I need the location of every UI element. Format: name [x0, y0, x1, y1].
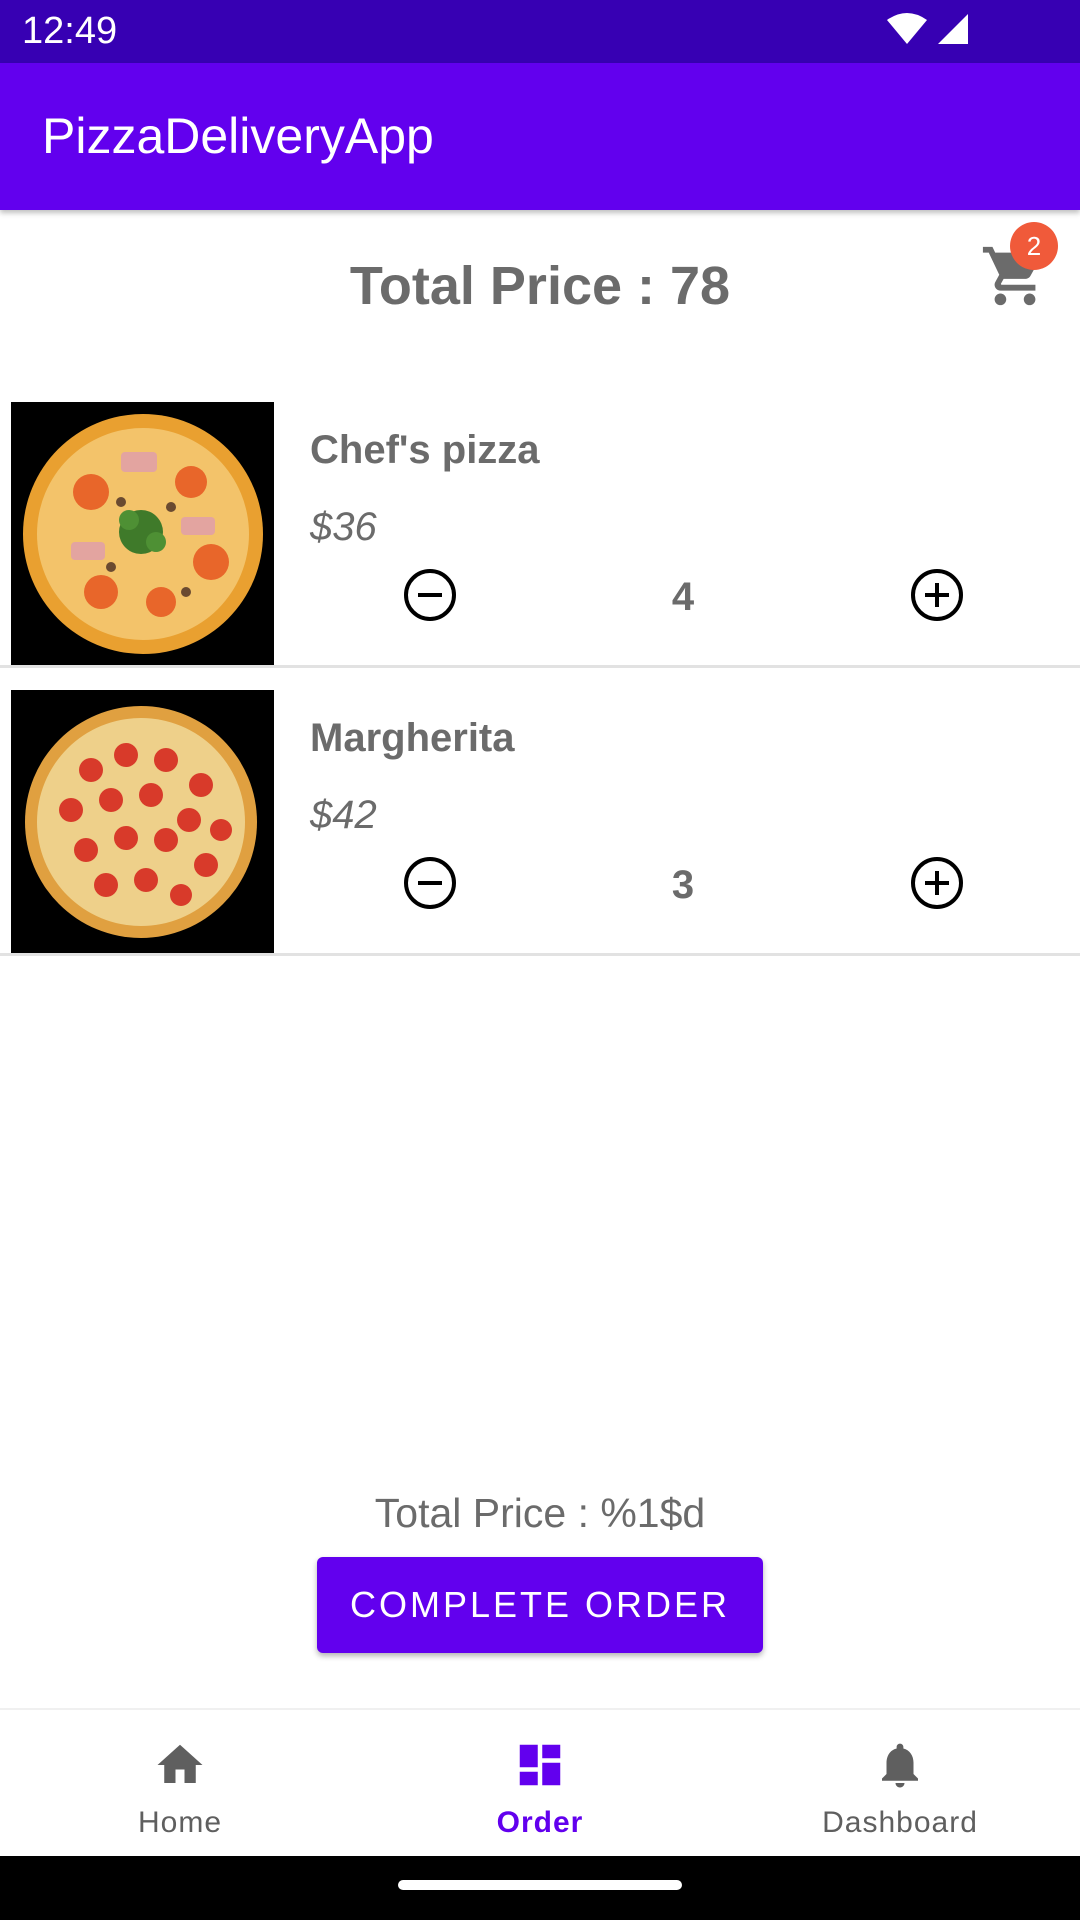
- minus-circle-icon: [404, 569, 456, 621]
- nav-label-order: Order: [496, 1806, 584, 1839]
- increase-quantity-button[interactable]: [907, 565, 967, 625]
- minus-circle-icon: [404, 857, 456, 909]
- app-title: PizzaDeliveryApp: [42, 108, 434, 164]
- wifi-icon: [887, 13, 927, 44]
- item-quantity: 4: [671, 575, 695, 619]
- increase-quantity-button[interactable]: [907, 853, 967, 913]
- order-header: Total Price : 78: [0, 215, 1080, 355]
- order-dashboard-icon: [519, 1744, 561, 1786]
- complete-order-button[interactable]: COMPLETE ORDER: [317, 1557, 763, 1653]
- plus-circle-icon: [911, 857, 963, 909]
- cart-badge: 2: [1010, 222, 1058, 270]
- order-item: Chef's pizza $36 4: [0, 380, 1080, 668]
- gesture-navigation-bar: [0, 1856, 1080, 1920]
- item-name: Chef's pizza: [310, 428, 540, 472]
- nav-item-dashboard[interactable]: Dashboard: [720, 1710, 1080, 1858]
- pizza-image: [11, 690, 274, 953]
- nav-label-home: Home: [137, 1806, 223, 1839]
- bottom-navigation: Home Order Dashboard: [0, 1708, 1080, 1856]
- nav-item-order[interactable]: Order: [360, 1710, 720, 1858]
- item-quantity: 3: [671, 863, 695, 907]
- nav-item-home[interactable]: Home: [0, 1710, 360, 1858]
- signal-icon: [938, 14, 968, 44]
- plus-circle-icon: [911, 569, 963, 621]
- home-gesture-handle[interactable]: [398, 1880, 682, 1890]
- notification-bell-icon: [882, 1743, 918, 1788]
- status-icons: [886, 12, 970, 46]
- footer-total-price: Total Price : %1$d: [374, 1490, 706, 1536]
- order-item: Margherita $42 3: [0, 668, 1080, 956]
- item-name: Margherita: [310, 716, 515, 760]
- header-total-price: Total Price : 78: [349, 256, 731, 316]
- nav-label-dashboard: Dashboard: [822, 1806, 978, 1839]
- decrease-quantity-button[interactable]: [400, 565, 460, 625]
- decrease-quantity-button[interactable]: [400, 853, 460, 913]
- status-bar: 12:49: [0, 0, 1080, 63]
- item-price: $36: [310, 505, 377, 549]
- app-bar: PizzaDeliveryApp: [0, 63, 1080, 210]
- item-price: $42: [310, 793, 377, 837]
- status-time: 12:49: [22, 10, 118, 52]
- home-icon: [157, 1744, 203, 1783]
- pizza-image: [11, 402, 274, 665]
